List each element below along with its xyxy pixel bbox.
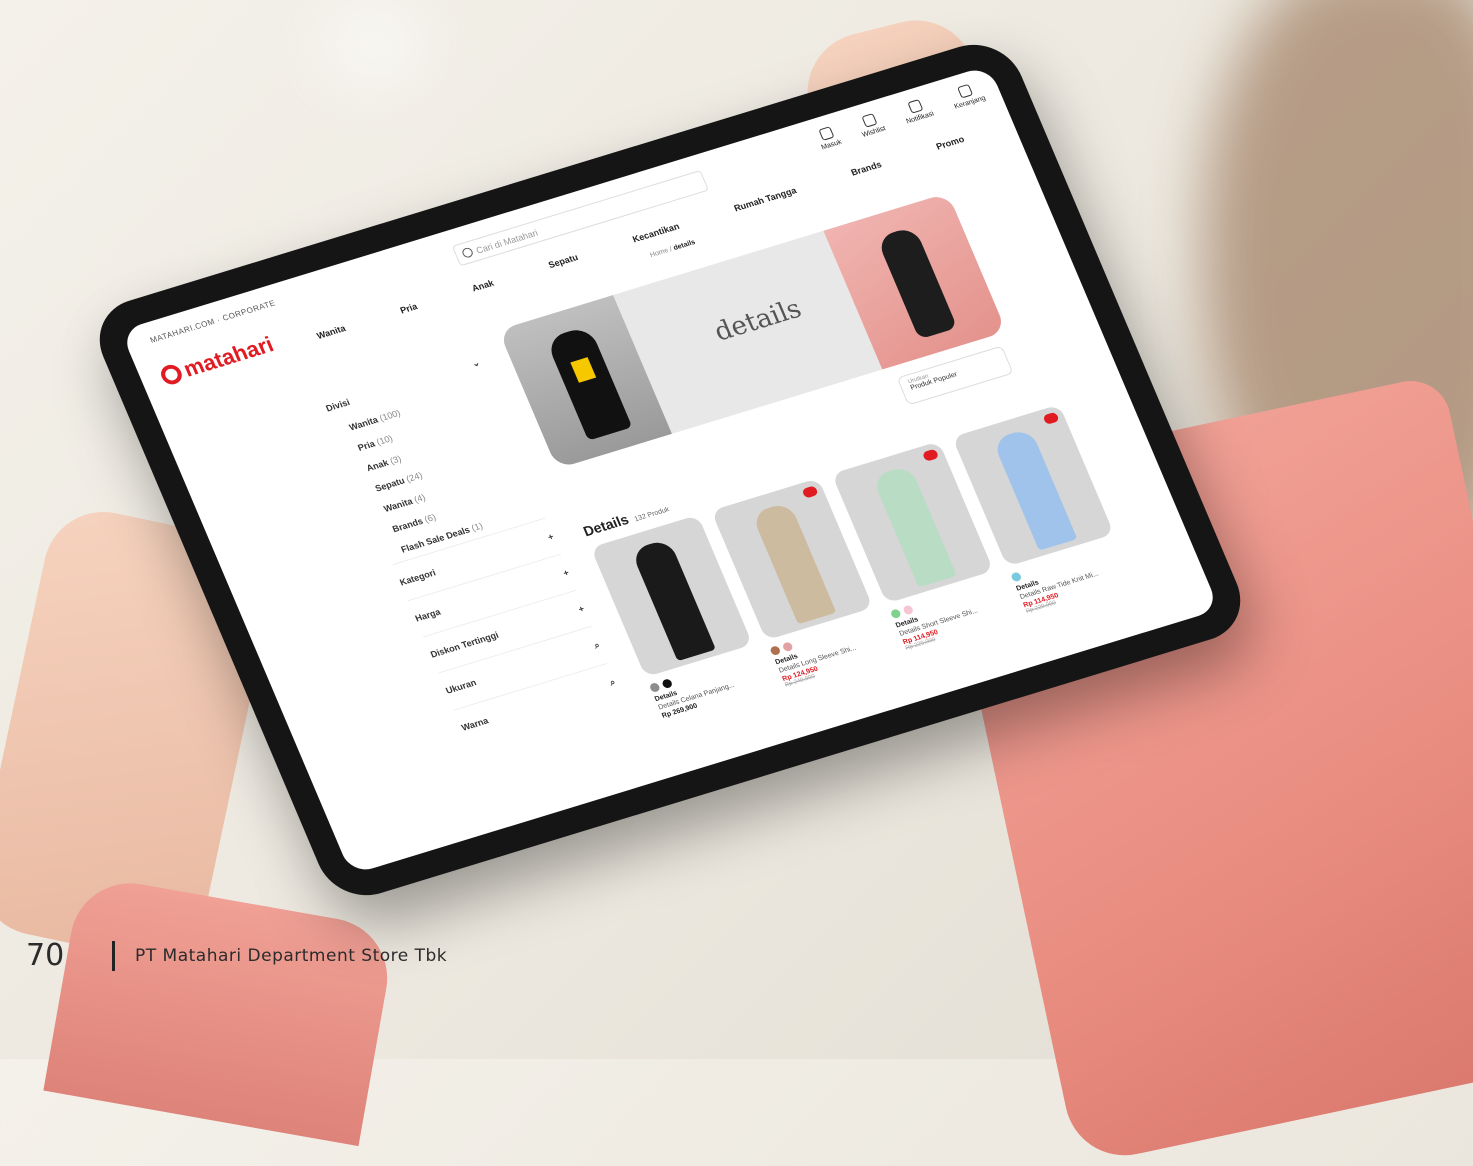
page-footer: 70 PT Matahari Department Store Tbk (26, 938, 447, 973)
search-icon (460, 246, 475, 259)
search-placeholder: Cari di Matahari (474, 227, 540, 256)
nav-item-kecantikan[interactable]: Kecantikan (631, 221, 681, 244)
color-swatch[interactable] (661, 678, 674, 690)
nav-item-pria[interactable]: Pria (399, 301, 419, 315)
sale-badge (921, 448, 940, 462)
logo-text: matahari (179, 331, 278, 382)
color-swatch[interactable] (769, 645, 782, 657)
bell-icon (907, 99, 924, 114)
product-figure (751, 501, 837, 625)
product-grid: Details Details Celana Panjang... Rp 269… (590, 404, 1135, 725)
product-figure (871, 464, 957, 588)
sale-badge (1042, 411, 1060, 426)
search-icon: ⌕ (608, 676, 617, 688)
color-swatch[interactable] (889, 608, 902, 620)
logo-mark-icon (157, 362, 185, 387)
left-sleeve (43, 873, 397, 1147)
cart-button[interactable]: Keranjang (948, 81, 987, 111)
color-swatch[interactable] (902, 604, 915, 616)
nav-item-anak[interactable]: Anak (470, 278, 495, 294)
window-light (330, 10, 420, 80)
banner-male-model (498, 295, 672, 469)
brand-banner[interactable]: details (498, 192, 1007, 469)
color-swatch[interactable] (781, 641, 794, 653)
heart-icon (861, 113, 878, 128)
color-swatch[interactable] (1010, 571, 1023, 583)
color-swatch[interactable] (648, 681, 661, 693)
footer-divider (112, 940, 115, 971)
login-button[interactable]: Masuk (814, 125, 843, 151)
search-icon: ⌕ (592, 639, 602, 651)
bag-icon (957, 83, 974, 99)
nav-item-promo[interactable]: Promo (935, 134, 966, 152)
product-figure (991, 427, 1078, 551)
chevron-down-icon: ⌄ (470, 357, 482, 369)
banner-female-model (823, 192, 1007, 370)
model-figure (876, 225, 958, 340)
product-count: 132 Produk (633, 506, 671, 524)
page-number: 70 (26, 938, 65, 973)
company-name: PT Matahari Department Store Tbk (135, 945, 448, 966)
plus-icon: + (561, 567, 571, 579)
plus-icon: + (576, 603, 586, 615)
nav-item-rumah-tangga[interactable]: Rumah Tangga (732, 185, 797, 213)
nav-item-wanita[interactable]: Wanita (315, 323, 347, 341)
site-logo[interactable]: matahari (157, 332, 278, 390)
user-icon (818, 126, 835, 141)
product-figure (630, 538, 716, 662)
nav-item-brands[interactable]: Brands (849, 159, 883, 177)
breadcrumb: Home / details (649, 238, 697, 260)
banner-title: details (709, 294, 806, 348)
plus-icon: + (546, 531, 556, 543)
breadcrumb-current: details (672, 238, 697, 252)
wishlist-button[interactable]: Wishlist (855, 111, 887, 139)
nav-item-sepatu[interactable]: Sepatu (547, 252, 580, 270)
sale-badge (801, 485, 819, 499)
model-figure (545, 325, 633, 441)
breadcrumb-home[interactable]: Home (649, 247, 670, 259)
notification-button[interactable]: Notifikasi (899, 97, 935, 125)
